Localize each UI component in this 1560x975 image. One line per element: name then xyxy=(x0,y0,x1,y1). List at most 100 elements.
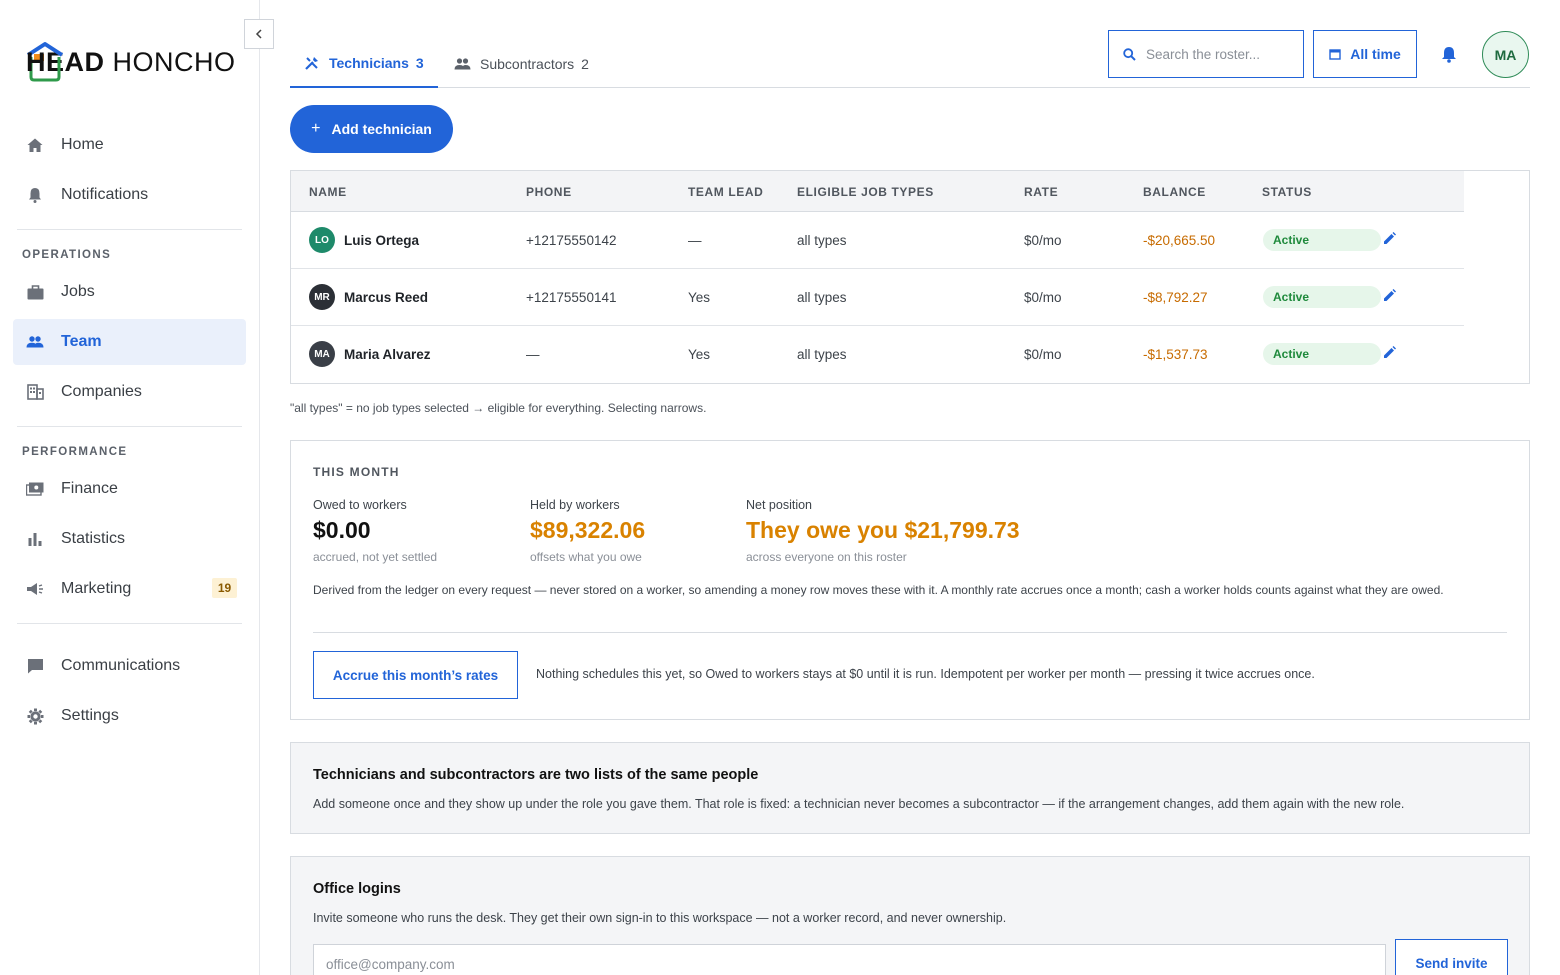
tab-subcontractors-label: Subcontractors xyxy=(480,55,575,72)
sidebar-divider xyxy=(17,623,242,624)
sidebar-section-performance: PERFORMANCE xyxy=(22,446,128,458)
job-types-footnote: "all types" = no job types selected → el… xyxy=(290,401,707,415)
collapse-sidebar-button[interactable] xyxy=(244,19,274,49)
cell-team-lead: Yes xyxy=(688,347,711,362)
megaphone-icon xyxy=(25,579,45,599)
money-icon xyxy=(25,479,45,499)
tab-subcontractors-count: 2 xyxy=(581,55,589,72)
app-logo[interactable]: HEAD HONCHO xyxy=(26,40,236,84)
column-header-name[interactable]: NAME xyxy=(309,185,347,199)
sidebar-item-label: Home xyxy=(61,136,104,153)
bar-chart-icon xyxy=(25,529,45,549)
sidebar-item-statistics[interactable]: Statistics xyxy=(13,516,246,562)
technician-name: Luis Ortega xyxy=(344,232,420,248)
tab-technicians[interactable]: Technicians 3 xyxy=(290,40,438,88)
accrue-rates-button[interactable]: Accrue this month’s rates xyxy=(313,651,518,699)
people-icon xyxy=(454,57,471,70)
column-header-rate[interactable]: RATE xyxy=(1024,185,1058,199)
search-icon xyxy=(1123,47,1136,61)
tools-icon xyxy=(304,55,320,71)
table-row[interactable]: MA Maria Alvarez — Yes all types $0/mo -$1,537… xyxy=(291,326,1464,383)
cell-team-lead: — xyxy=(688,233,702,248)
edit-pencil-icon[interactable] xyxy=(1383,346,1397,360)
sidebar-item-label: Companies xyxy=(61,383,142,400)
search-input[interactable] xyxy=(1146,46,1286,62)
sidebar-item-marketing[interactable]: Marketing 19 xyxy=(13,566,246,612)
stat-subtext: across everyone on this roster xyxy=(746,550,907,564)
stat-label: Held by workers xyxy=(530,498,620,512)
cell-job-types: all types xyxy=(797,233,847,248)
sidebar-item-label: Settings xyxy=(61,707,119,724)
avatar: LO xyxy=(309,227,335,253)
stat-value: They owe you $21,799.73 xyxy=(746,517,1020,543)
sidebar-item-notifications[interactable]: Notifications xyxy=(13,172,246,218)
column-header-balance[interactable]: BALANCE xyxy=(1143,185,1206,199)
roster-search[interactable] xyxy=(1108,30,1304,78)
sidebar-item-companies[interactable]: Companies xyxy=(13,369,246,415)
sidebar-item-jobs[interactable]: Jobs xyxy=(13,269,246,315)
sidebar-item-team[interactable]: Team xyxy=(13,319,246,365)
sidebar-item-label: Notifications xyxy=(61,186,149,203)
sidebar-item-label: Finance xyxy=(61,480,118,497)
sidebar-item-label: Communications xyxy=(61,657,181,674)
technician-name: Maria Alvarez xyxy=(344,346,431,362)
column-header-job-types[interactable]: ELIGIBLE JOB TYPES xyxy=(797,185,934,199)
sidebar-divider xyxy=(17,229,242,230)
bell-icon xyxy=(25,185,45,205)
avatar: MA xyxy=(309,341,335,367)
calendar-icon xyxy=(1329,48,1341,60)
cell-rate: $0/mo xyxy=(1024,347,1062,362)
add-technician-button[interactable]: + Add technician xyxy=(290,105,453,153)
divider xyxy=(313,632,1507,633)
user-avatar[interactable]: MA xyxy=(1482,31,1529,78)
cell-balance: -$20,665.50 xyxy=(1143,233,1216,248)
cell-job-types: all types xyxy=(797,290,847,305)
cell-name: MA Maria Alvarez xyxy=(309,341,431,367)
status-badge: Active xyxy=(1263,229,1381,251)
date-range-button[interactable]: All time xyxy=(1313,30,1417,78)
column-header-team-lead[interactable]: TEAM LEAD xyxy=(688,185,763,199)
chevron-left-icon xyxy=(255,29,262,39)
status-badge: Active xyxy=(1263,286,1381,308)
sidebar-divider xyxy=(17,426,242,427)
sidebar-item-settings[interactable]: Settings xyxy=(13,693,246,739)
edit-pencil-icon[interactable] xyxy=(1383,232,1397,246)
sidebar-item-label: Team xyxy=(61,333,102,350)
technician-name: Marcus Reed xyxy=(344,289,429,305)
sidebar-item-finance[interactable]: Finance xyxy=(13,466,246,512)
office-logins-card: Office logins Invite someone who runs th… xyxy=(290,856,1530,975)
cell-rate: $0/mo xyxy=(1024,233,1062,248)
cell-balance: -$8,792.27 xyxy=(1143,290,1208,305)
accrue-note: Nothing schedules this yet, so Owed to w… xyxy=(536,667,1315,681)
chat-icon xyxy=(25,656,45,676)
sidebar-item-home[interactable]: Home xyxy=(13,122,246,168)
cell-team-lead: Yes xyxy=(688,290,711,305)
stat-subtext: offsets what you owe xyxy=(530,550,642,564)
avatar: MR xyxy=(309,284,335,310)
status-badge: Active xyxy=(1263,343,1381,365)
edit-pencil-icon[interactable] xyxy=(1383,289,1397,303)
this-month-card: THIS MONTH Owed to workers $0.00 accrued… xyxy=(290,440,1530,720)
stat-held-by-workers: Held by workers $89,322.06 offsets what … xyxy=(530,498,645,564)
table-row[interactable]: MR Marcus Reed +12175550141 Yes all types $0/… xyxy=(291,269,1464,326)
office-email-input[interactable] xyxy=(313,944,1386,975)
tab-subcontractors[interactable]: Subcontractors 2 xyxy=(440,40,603,87)
sidebar-item-label: Jobs xyxy=(61,283,95,300)
home-icon xyxy=(25,135,45,155)
column-header-phone[interactable]: PHONE xyxy=(526,185,572,199)
table-row[interactable]: LO Luis Ortega +12175550142 — all types $0/mo… xyxy=(291,212,1464,269)
sidebar-section-operations: OPERATIONS xyxy=(22,249,112,261)
cell-name: MR Marcus Reed xyxy=(309,284,428,310)
roles-info-card: Technicians and subcontractors are two l… xyxy=(290,742,1530,834)
sidebar-item-communications[interactable]: Communications xyxy=(13,643,246,689)
cell-job-types: all types xyxy=(797,347,847,362)
technicians-table: NAME PHONE TEAM LEAD ELIGIBLE JOB TYPES … xyxy=(290,170,1530,384)
office-logins-title: Office logins xyxy=(313,881,401,897)
column-header-status[interactable]: STATUS xyxy=(1262,185,1312,199)
notifications-bell-icon[interactable] xyxy=(1440,45,1458,63)
stat-label: Owed to workers xyxy=(313,498,407,512)
briefcase-icon xyxy=(25,282,45,302)
stat-subtext: accrued, not yet settled xyxy=(313,550,438,564)
stat-owed-to-workers: Owed to workers $0.00 accrued, not yet s… xyxy=(313,498,437,564)
send-invite-button[interactable]: Send invite xyxy=(1395,939,1508,975)
